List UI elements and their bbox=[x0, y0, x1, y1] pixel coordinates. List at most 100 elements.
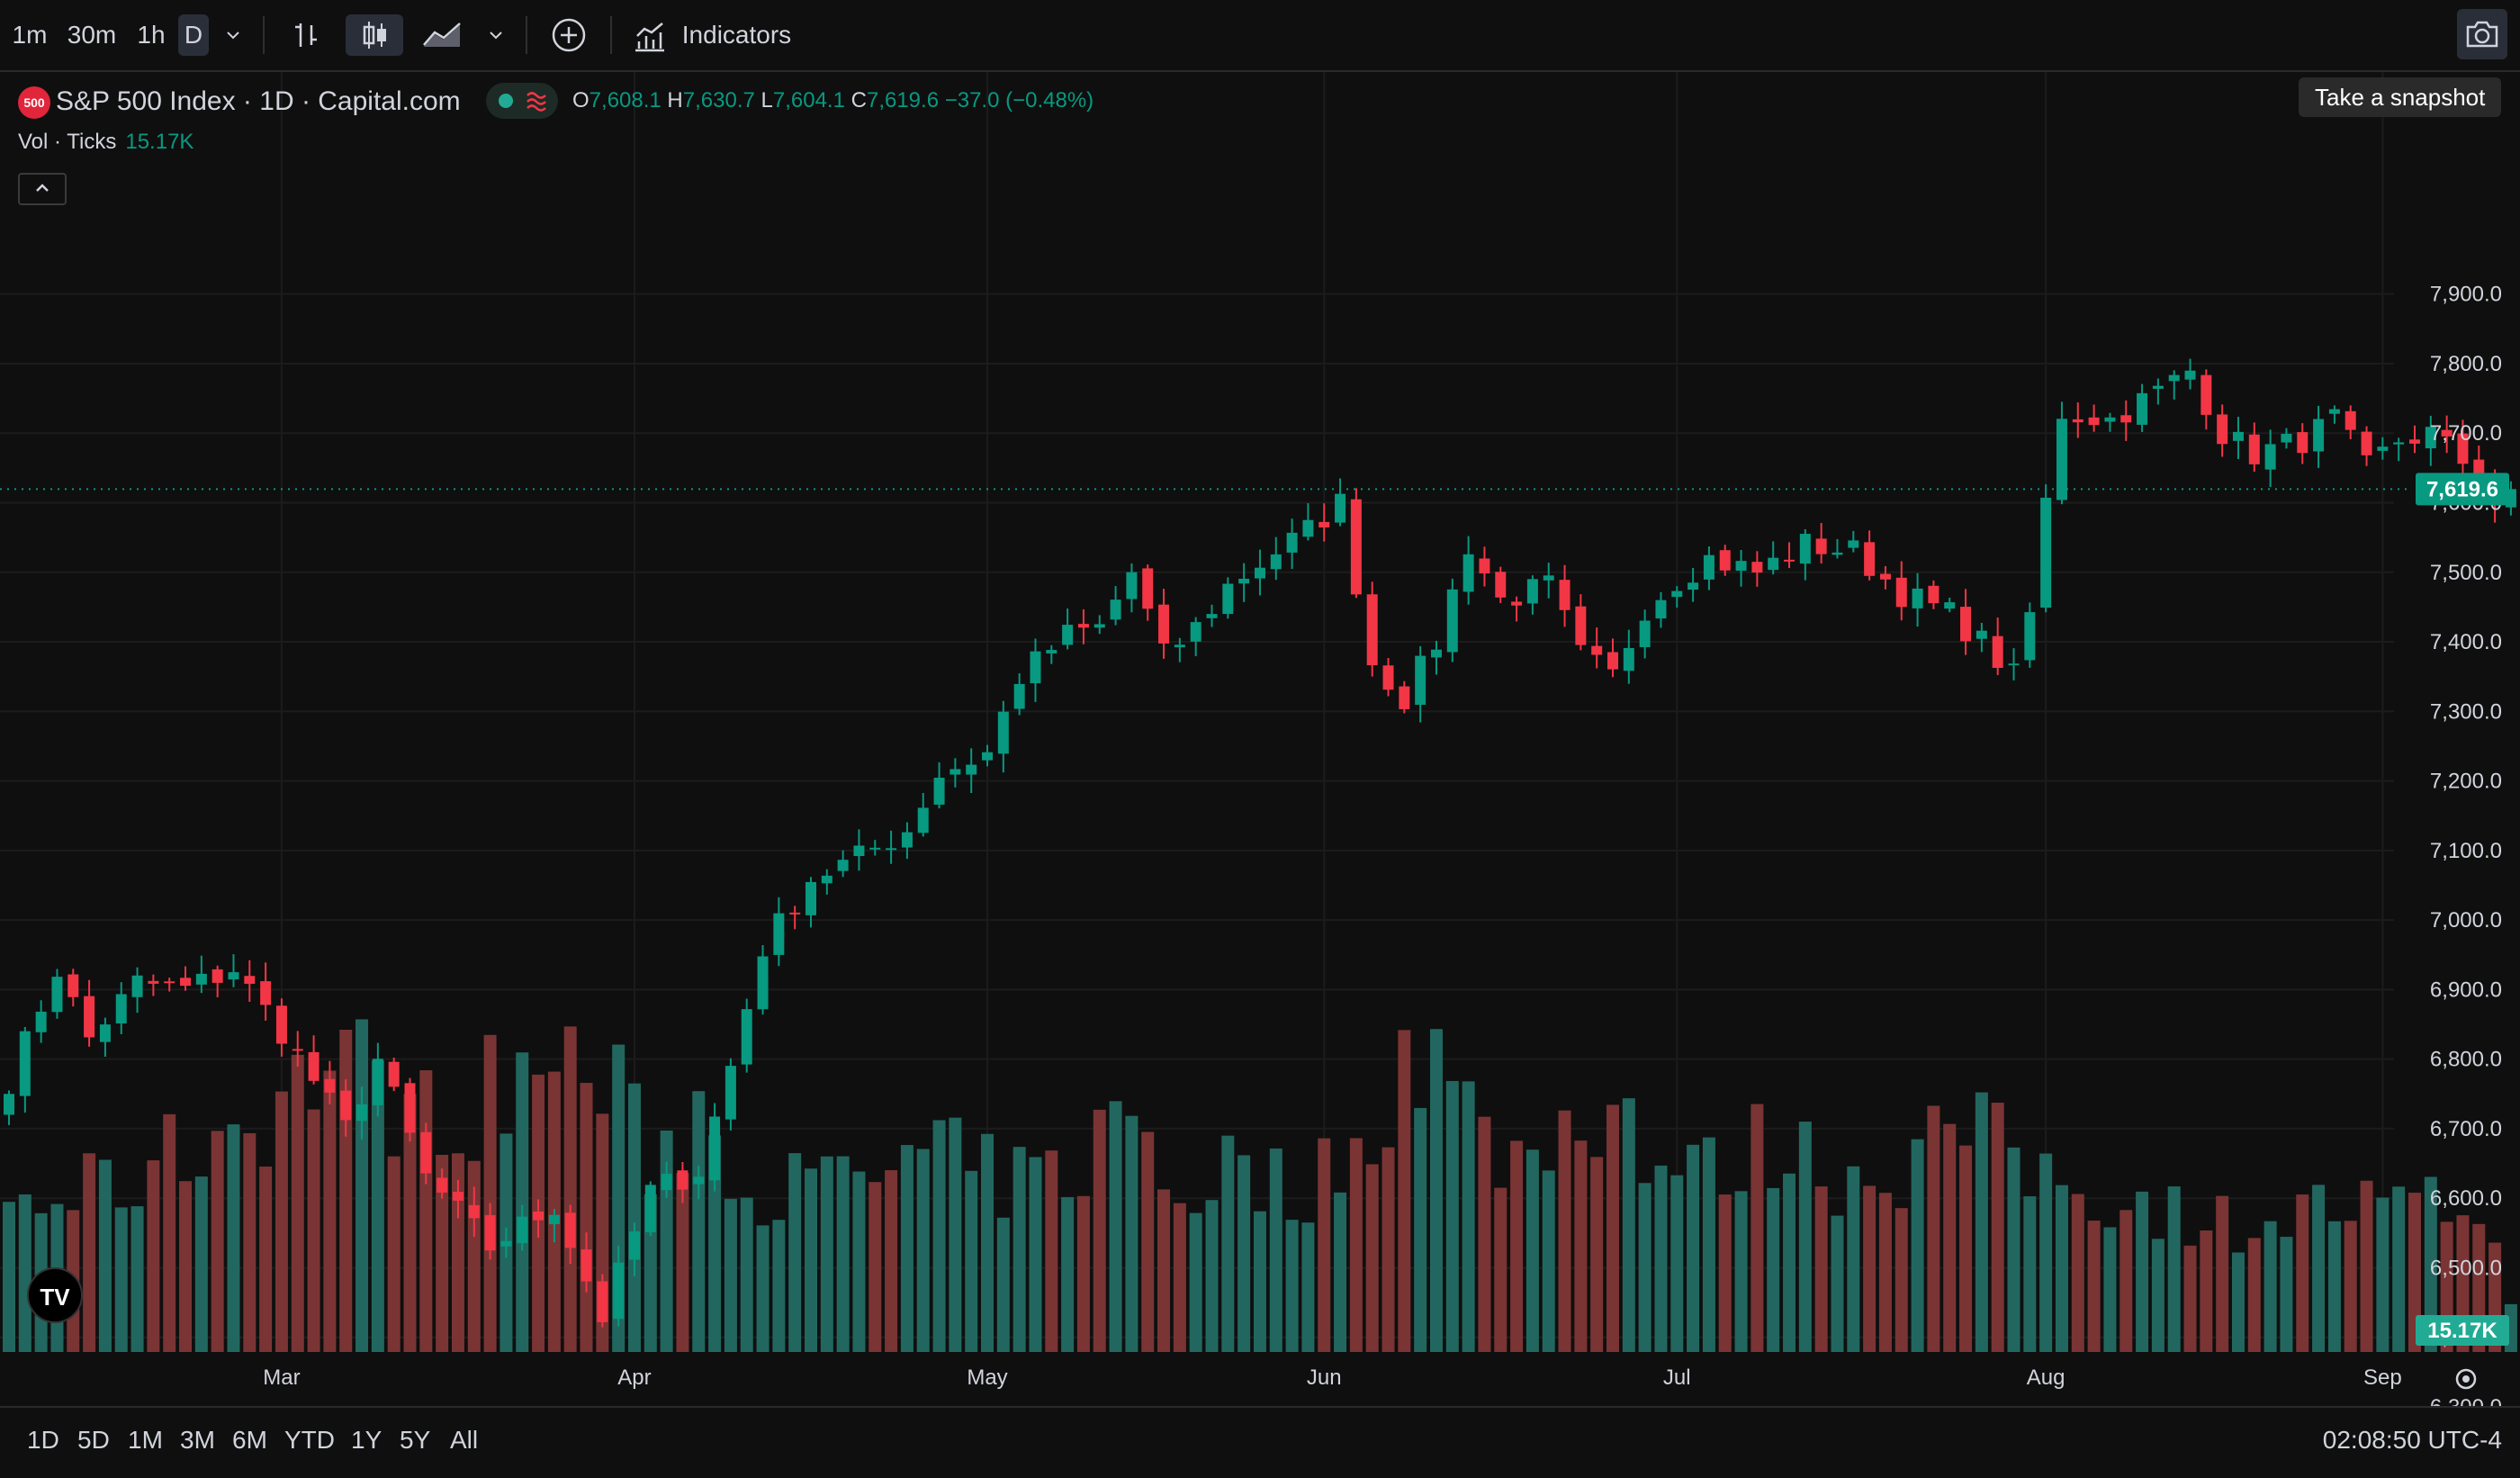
volume-bar bbox=[981, 1133, 994, 1352]
chart-area[interactable]: 6,300.06,400.06,500.06,600.06,700.06,800… bbox=[0, 70, 2520, 1419]
candle-body bbox=[773, 913, 785, 955]
price-tick-label: 7,200.0 bbox=[2430, 770, 2502, 794]
volume-bar bbox=[1349, 1138, 1363, 1352]
candle-body bbox=[1543, 575, 1554, 581]
volume-bar bbox=[932, 1120, 946, 1352]
volume-bar bbox=[836, 1156, 850, 1352]
volume-bar bbox=[2344, 1221, 2357, 1352]
volume-bar bbox=[1558, 1110, 1571, 1352]
range-6m[interactable]: 6M bbox=[232, 1426, 267, 1455]
candle-body bbox=[533, 1211, 544, 1221]
candle-body bbox=[2264, 444, 2276, 470]
volume-bar bbox=[1798, 1122, 1812, 1352]
range-1y[interactable]: 1Y bbox=[351, 1426, 382, 1455]
candle-body bbox=[324, 1078, 336, 1093]
price-tick-label: 7,900.0 bbox=[2430, 283, 2502, 307]
volume-bar bbox=[1398, 1030, 1411, 1352]
close-value: 7,619.6 bbox=[866, 88, 940, 113]
candle-body bbox=[436, 1177, 448, 1193]
candle-body bbox=[84, 996, 95, 1038]
range-5d[interactable]: 5D bbox=[77, 1426, 110, 1455]
range-1m[interactable]: 1M bbox=[128, 1426, 163, 1455]
candle-body bbox=[1254, 567, 1265, 579]
volume-legend[interactable]: Vol · Ticks 15.17K bbox=[18, 130, 194, 155]
bottom-toolbar: 1D 5D 1M 3M 6M YTD 1Y 5Y All 02:08:50 UT… bbox=[0, 1406, 2520, 1478]
volume-bar bbox=[1494, 1187, 1508, 1352]
price-chart[interactable]: 6,300.06,400.06,500.06,600.06,700.06,800… bbox=[0, 70, 2520, 1419]
candle-body bbox=[2152, 385, 2164, 389]
interval-1h[interactable]: 1h bbox=[131, 14, 171, 56]
price-tick-label: 7,700.0 bbox=[2430, 421, 2502, 446]
range-5y[interactable]: 5Y bbox=[400, 1426, 430, 1455]
snapshot-button[interactable] bbox=[2457, 9, 2507, 59]
volume-bar bbox=[1221, 1135, 1235, 1352]
candle-body bbox=[1446, 589, 1458, 653]
interval-1m[interactable]: 1m bbox=[9, 14, 50, 56]
volume-bar bbox=[1878, 1193, 1892, 1352]
compare-symbol-button[interactable] bbox=[544, 14, 594, 56]
market-status-pill[interactable] bbox=[486, 83, 558, 119]
volume-bar bbox=[163, 1113, 176, 1352]
market-open-dot-icon bbox=[499, 92, 546, 112]
candle-body bbox=[1639, 620, 1651, 647]
candle-body bbox=[51, 977, 63, 1013]
range-1d[interactable]: 1D bbox=[27, 1426, 59, 1455]
chevron-down-icon bbox=[490, 32, 502, 40]
candle-body bbox=[997, 711, 1009, 754]
range-3m[interactable]: 3M bbox=[180, 1426, 215, 1455]
volume-bar bbox=[2167, 1186, 2181, 1352]
interval-d[interactable]: D bbox=[178, 14, 209, 56]
candle-body bbox=[1030, 651, 1041, 684]
volume-bar bbox=[2296, 1194, 2309, 1352]
candle-body bbox=[1158, 604, 1170, 644]
candle-body bbox=[4, 1094, 14, 1115]
plus-circle-icon bbox=[552, 18, 586, 52]
candle-body bbox=[1912, 588, 1923, 608]
collapse-legend-button[interactable] bbox=[18, 173, 67, 205]
candle-body bbox=[1174, 644, 1185, 648]
candles-chart-type-button[interactable] bbox=[346, 14, 403, 56]
interval-30m[interactable]: 30m bbox=[63, 14, 121, 56]
volume-bar bbox=[1141, 1131, 1155, 1352]
gear-icon[interactable] bbox=[2450, 1363, 2482, 1395]
volume-bar bbox=[1943, 1123, 1957, 1352]
volume-bar bbox=[1606, 1104, 1619, 1352]
time-axis[interactable]: Mar Apr May Jun Jul Aug Sep bbox=[263, 1365, 2401, 1390]
range-ytd[interactable]: YTD bbox=[284, 1426, 335, 1455]
volume-bar bbox=[1301, 1222, 1315, 1352]
volume-bar bbox=[1093, 1109, 1106, 1352]
volume-bar bbox=[419, 1070, 433, 1352]
low-label: L bbox=[760, 88, 773, 113]
candle-body bbox=[68, 974, 79, 997]
volume-bar bbox=[1975, 1092, 1988, 1352]
interval-dropdown[interactable] bbox=[220, 14, 247, 56]
volume-bar bbox=[805, 1168, 817, 1352]
candle-body bbox=[2297, 432, 2308, 454]
volume-bar bbox=[1205, 1200, 1219, 1352]
month-tick-label: Jul bbox=[1663, 1365, 1691, 1390]
volume-bar bbox=[307, 1109, 320, 1352]
candle-body bbox=[2217, 414, 2228, 445]
symbol-title: S&P 500 Index · 1D · Capital.com bbox=[56, 86, 461, 116]
indicators-button[interactable]: Indicators bbox=[632, 14, 812, 56]
candle-body bbox=[1671, 590, 1683, 598]
volume-bar bbox=[1445, 1080, 1459, 1352]
chart-type-dropdown[interactable] bbox=[482, 14, 509, 56]
volume-bar bbox=[2216, 1195, 2229, 1352]
volume-bar bbox=[2136, 1191, 2149, 1352]
symbol-legend[interactable]: 500 S&P 500 Index · 1D · Capital.com bbox=[18, 86, 461, 120]
high-value: 7,630.7 bbox=[682, 88, 755, 113]
area-chart-type-button[interactable] bbox=[416, 14, 470, 56]
candle-body bbox=[1799, 534, 1811, 564]
bar-chart-type-button[interactable] bbox=[281, 14, 331, 56]
month-tick-label: Sep bbox=[2363, 1365, 2402, 1390]
volume-bar bbox=[820, 1156, 833, 1352]
price-tick-label: 7,300.0 bbox=[2430, 699, 2502, 724]
range-all[interactable]: All bbox=[450, 1426, 478, 1455]
volume-bar bbox=[1927, 1105, 1940, 1352]
candle-body bbox=[1768, 557, 1779, 571]
candle-body bbox=[661, 1174, 672, 1191]
tradingview-logo[interactable]: TV bbox=[27, 1267, 83, 1323]
volume-bar bbox=[1285, 1220, 1299, 1352]
clock-timezone[interactable]: 02:08:50 UTC-4 bbox=[2323, 1426, 2502, 1455]
